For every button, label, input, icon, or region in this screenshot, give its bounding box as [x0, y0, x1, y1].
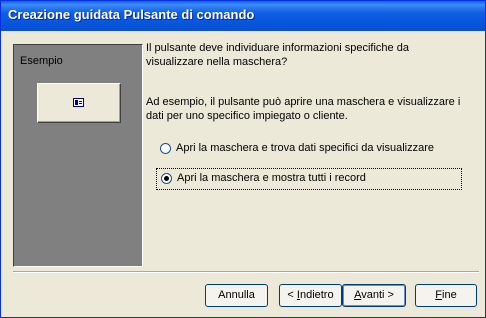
back-button-prefix: < — [287, 289, 297, 301]
example-panel: Esempio — [13, 44, 143, 267]
cancel-button[interactable]: Annulla — [205, 284, 268, 307]
example-label: Esempio — [20, 55, 63, 67]
window-title: Creazione guidata Pulsante di comando — [8, 7, 255, 22]
back-button[interactable]: < Indietro — [279, 284, 342, 307]
back-button-label: ndietro — [299, 289, 334, 301]
example-preview-button — [37, 83, 121, 123]
finish-button[interactable]: Fine — [415, 284, 477, 307]
title-bar[interactable]: Creazione guidata Pulsante di comando — [1, 1, 485, 31]
example-text: Ad esempio, il pulsante può aprire una m… — [146, 96, 461, 122]
finish-button-accel: F — [435, 289, 443, 301]
form-icon — [73, 98, 84, 107]
option-find-specific[interactable]: Apri la maschera e trova dati specifici … — [156, 139, 462, 161]
finish-button-label: ine — [442, 289, 457, 301]
option-find-specific-label: Apri la maschera e trova dati specifici … — [176, 142, 435, 154]
radio-show-all[interactable] — [161, 173, 172, 184]
next-button[interactable]: Avanti > — [342, 284, 406, 307]
wizard-body: Esempio Il pulsante deve individuare inf… — [4, 31, 482, 316]
option-show-all-label: Apri la maschera e mostra tutti i record — [177, 172, 366, 184]
next-button-label: vanti > — [361, 289, 394, 301]
radio-find-specific[interactable] — [160, 143, 171, 154]
option-show-all[interactable]: Apri la maschera e mostra tutti i record — [156, 168, 462, 190]
question-text: Il pulsante deve individuare informazion… — [146, 42, 409, 68]
wizard-window: Creazione guidata Pulsante di comando Es… — [0, 0, 486, 318]
separator — [13, 271, 479, 273]
